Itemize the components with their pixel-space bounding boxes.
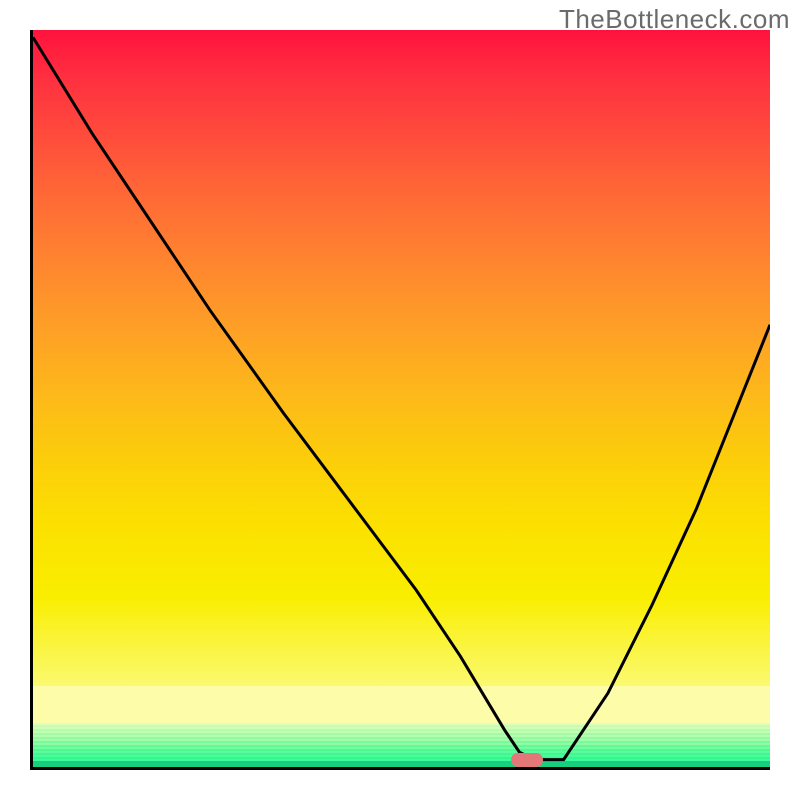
bottleneck-curve xyxy=(33,37,770,759)
plot-area xyxy=(30,30,770,770)
curve-svg xyxy=(33,30,770,767)
optimal-marker xyxy=(511,753,543,767)
chart-stage: TheBottleneck.com xyxy=(0,0,800,800)
